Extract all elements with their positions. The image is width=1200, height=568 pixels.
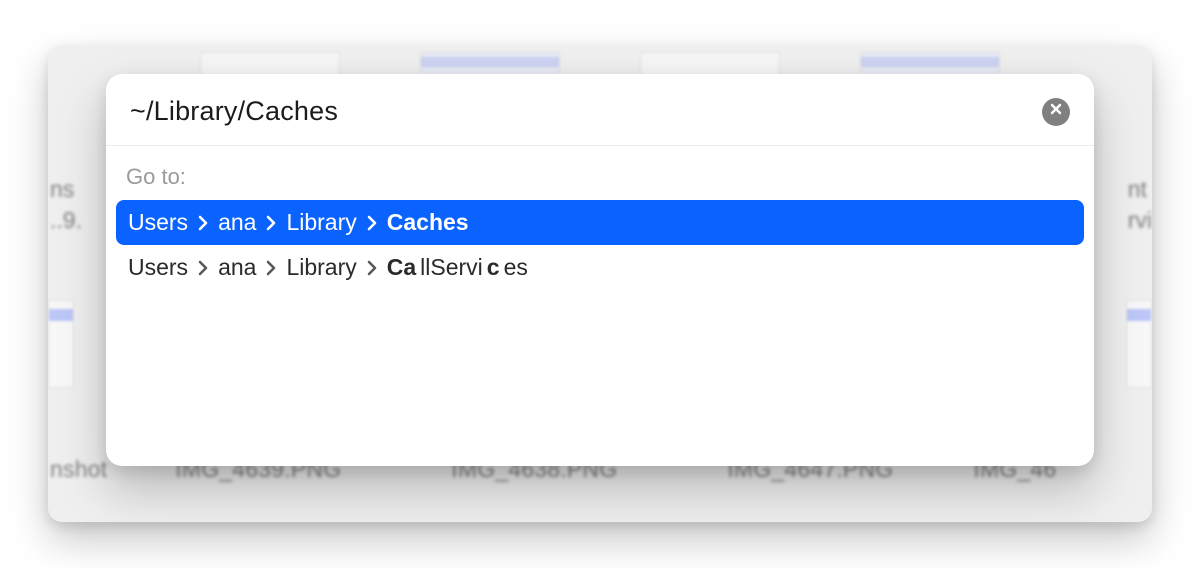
chevron-right-icon xyxy=(266,215,276,231)
path-segment: ana xyxy=(218,209,256,236)
dialog-header: ~/Library/Caches xyxy=(106,74,1094,146)
close-icon xyxy=(1049,102,1063,121)
path-input[interactable]: ~/Library/Caches xyxy=(130,96,1042,127)
chevron-right-icon xyxy=(198,215,208,231)
chevron-right-icon xyxy=(266,260,276,276)
close-button[interactable] xyxy=(1042,98,1070,126)
result-item-selected[interactable]: Users ana Library Caches xyxy=(116,200,1084,245)
chevron-right-icon xyxy=(198,260,208,276)
chevron-right-icon xyxy=(367,215,377,231)
path-segment: ana xyxy=(218,254,256,281)
result-item[interactable]: Users ana Library CallServices xyxy=(116,245,1084,290)
path-segment-partial: CallServices xyxy=(387,254,528,281)
section-label: Go to: xyxy=(116,164,1084,190)
chevron-right-icon xyxy=(367,260,377,276)
go-to-folder-dialog: ~/Library/Caches Go to: Users ana Librar… xyxy=(106,74,1094,466)
path-segment: Users xyxy=(128,209,188,236)
bg-text-fragment: ns ..9. xyxy=(50,176,82,234)
bg-thumbnail xyxy=(1126,300,1152,388)
file-label: nshot xyxy=(50,456,107,483)
path-segment: Library xyxy=(286,209,356,236)
finder-window: ns ..9. nt rvi nshot IMG_4639.PNG IMG_46… xyxy=(48,46,1152,522)
path-segment: Users xyxy=(128,254,188,281)
path-segment-matched: Caches xyxy=(387,209,469,236)
bg-thumbnail xyxy=(48,300,74,388)
path-segment: Library xyxy=(286,254,356,281)
bg-text-fragment: nt rvi xyxy=(1128,176,1152,234)
results-section: Go to: Users ana Library Caches Users an… xyxy=(106,146,1094,300)
